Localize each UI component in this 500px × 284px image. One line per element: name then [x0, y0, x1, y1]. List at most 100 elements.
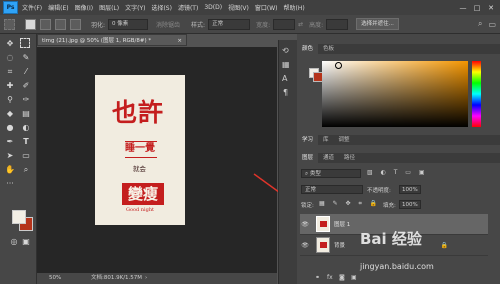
- menu-window[interactable]: 窗口(W): [255, 3, 278, 12]
- menu-select[interactable]: 选择(S): [151, 3, 172, 12]
- status-arrow-icon[interactable]: ›: [145, 273, 147, 284]
- height-input[interactable]: [326, 18, 349, 30]
- intersect-selection-icon[interactable]: [70, 18, 81, 30]
- baidu-watermark: Bai 经验 jingyan.baidu.com: [360, 228, 480, 280]
- lasso-tool-icon[interactable]: ◌: [4, 52, 16, 64]
- tab-channels[interactable]: 通道: [318, 153, 339, 163]
- layer-kind-label: 类型: [309, 171, 321, 177]
- close-tab-icon[interactable]: ×: [177, 35, 182, 47]
- document-title: timg (21).jpg @ 50% (图层 1, RGB/8#) *: [42, 38, 152, 44]
- maximize-button[interactable]: □: [473, 4, 481, 12]
- antialias-checkbox[interactable]: 消除锯齿: [156, 20, 180, 29]
- menu-edit[interactable]: 编辑(E): [48, 3, 68, 12]
- menu-filter[interactable]: 滤镜(T): [178, 3, 198, 12]
- tab-paths[interactable]: 路径: [339, 153, 360, 163]
- quick-mask-icon[interactable]: ◎: [8, 236, 20, 248]
- menu-layer[interactable]: 图层(L): [99, 3, 119, 12]
- layer-name[interactable]: 图层 1: [334, 220, 350, 228]
- color-field[interactable]: [322, 61, 468, 127]
- visibility-eye-icon[interactable]: 👁: [300, 242, 310, 249]
- color-panel-tabs: 颜色 色板: [297, 44, 500, 54]
- learn-panel-tabs: 学习 库 调整: [297, 135, 500, 145]
- link-layers-icon[interactable]: ⚭: [315, 274, 320, 281]
- style-label: 样式:: [191, 21, 206, 29]
- history-brush-icon[interactable]: ✑: [20, 94, 32, 106]
- new-layer-icon[interactable]: ▣: [351, 274, 357, 281]
- opacity-label: 不透明度:: [367, 188, 391, 194]
- add-selection-icon[interactable]: [40, 18, 51, 30]
- type-tool-icon[interactable]: T: [20, 136, 32, 148]
- tab-color[interactable]: 颜色: [297, 44, 319, 54]
- healing-brush-icon[interactable]: ✚: [4, 80, 16, 92]
- swap-icon[interactable]: ⇄: [298, 21, 303, 28]
- artwork-small-text: 就会: [133, 165, 146, 173]
- width-input[interactable]: [273, 18, 296, 30]
- eraser-tool-icon[interactable]: ◆: [4, 108, 16, 120]
- minimize-button[interactable]: —: [459, 4, 467, 12]
- menu-3d[interactable]: 3D(D): [204, 4, 222, 11]
- gradient-tool-icon[interactable]: ▤: [20, 108, 32, 120]
- visibility-eye-icon[interactable]: 👁: [300, 221, 310, 228]
- hue-slider[interactable]: [472, 61, 481, 127]
- blend-mode-select[interactable]: 正常: [301, 185, 363, 194]
- hand-tool-icon[interactable]: ✋: [4, 164, 16, 176]
- document-tab[interactable]: timg (21).jpg @ 50% (图层 1, RGB/8#) * ×: [37, 34, 187, 46]
- tab-adjustments[interactable]: 调整: [334, 135, 355, 145]
- layer-kind-filter[interactable]: ⌕ 类型: [301, 169, 361, 178]
- character-icon[interactable]: A: [282, 74, 287, 83]
- properties-icon[interactable]: ▦: [282, 60, 290, 69]
- fx-icon[interactable]: fx: [327, 274, 333, 281]
- artwork-divider-top: [125, 141, 157, 142]
- width-label: 宽度:: [256, 21, 271, 29]
- style-select[interactable]: 正常: [208, 18, 251, 30]
- quick-select-tool-icon[interactable]: ✎: [20, 52, 32, 64]
- mask-icon[interactable]: ◙: [339, 274, 345, 281]
- lock-icons[interactable]: ▦ ✎ ✥ ⌗ 🔒: [319, 200, 380, 208]
- marquee-tool-preset-icon[interactable]: [4, 18, 15, 30]
- menu-view[interactable]: 视图(V): [228, 3, 249, 12]
- feather-input[interactable]: 0 像素: [108, 18, 149, 30]
- zoom-tool-icon[interactable]: ⌕: [20, 164, 32, 176]
- select-and-mask-button[interactable]: 选择并遮住...: [356, 18, 399, 30]
- crop-tool-icon[interactable]: ⌗: [4, 66, 16, 78]
- blur-tool-icon[interactable]: ●: [4, 122, 16, 134]
- layer-name[interactable]: 背景: [334, 241, 345, 249]
- stamp-tool-icon[interactable]: ⚲: [4, 94, 16, 106]
- more-tools-icon[interactable]: ···: [4, 178, 16, 190]
- move-tool-icon[interactable]: ✥: [4, 38, 16, 50]
- artwork-title: 也許: [112, 98, 165, 127]
- tab-swatches[interactable]: 色板: [318, 44, 339, 54]
- color-picker-cursor[interactable]: [335, 62, 342, 69]
- menu-file[interactable]: 文件(F): [22, 3, 42, 12]
- layer-thumbnail: [316, 216, 330, 232]
- paragraph-icon[interactable]: ¶: [283, 88, 288, 97]
- opacity-input[interactable]: 100%: [399, 185, 421, 194]
- menu-help[interactable]: 帮助(H): [284, 3, 305, 12]
- document-canvas[interactable]: 也許 睡一覺 就会 變瘦 Good night: [95, 75, 185, 225]
- workspace-icon[interactable]: ▭: [488, 20, 496, 29]
- marquee-tool-icon[interactable]: [20, 38, 30, 48]
- tab-learn[interactable]: 学习: [297, 135, 319, 145]
- menu-type[interactable]: 文字(Y): [125, 3, 145, 12]
- brush-tool-icon[interactable]: ✐: [20, 80, 32, 92]
- zoom-level[interactable]: 50%: [49, 273, 61, 284]
- foreground-color-swatch[interactable]: [12, 210, 26, 224]
- tab-layers[interactable]: 图层: [297, 153, 319, 163]
- tab-libraries[interactable]: 库: [318, 135, 334, 145]
- close-window-button[interactable]: ✕: [487, 4, 495, 12]
- shape-tool-icon[interactable]: ▭: [20, 150, 32, 162]
- history-icon[interactable]: ⟲: [282, 46, 289, 55]
- fill-input[interactable]: 100%: [399, 200, 421, 209]
- dodge-tool-icon[interactable]: ◐: [20, 122, 32, 134]
- filter-icons[interactable]: ▧ ◐ T ▭ ▣: [367, 169, 428, 176]
- subtract-selection-icon[interactable]: [55, 18, 66, 30]
- menu-image[interactable]: 图像(I): [75, 3, 93, 12]
- fill-label: 填充:: [383, 203, 396, 209]
- path-select-tool-icon[interactable]: ➤: [4, 150, 16, 162]
- screen-mode-icon[interactable]: ▣: [20, 236, 32, 248]
- search-icon[interactable]: ⌕: [478, 19, 482, 29]
- pen-tool-icon[interactable]: ✒: [4, 136, 16, 148]
- eyedropper-tool-icon[interactable]: ⁄: [20, 66, 32, 78]
- status-bar: 50% 文档:801.9K/1.57M ›: [37, 273, 277, 284]
- new-selection-icon[interactable]: [25, 18, 36, 30]
